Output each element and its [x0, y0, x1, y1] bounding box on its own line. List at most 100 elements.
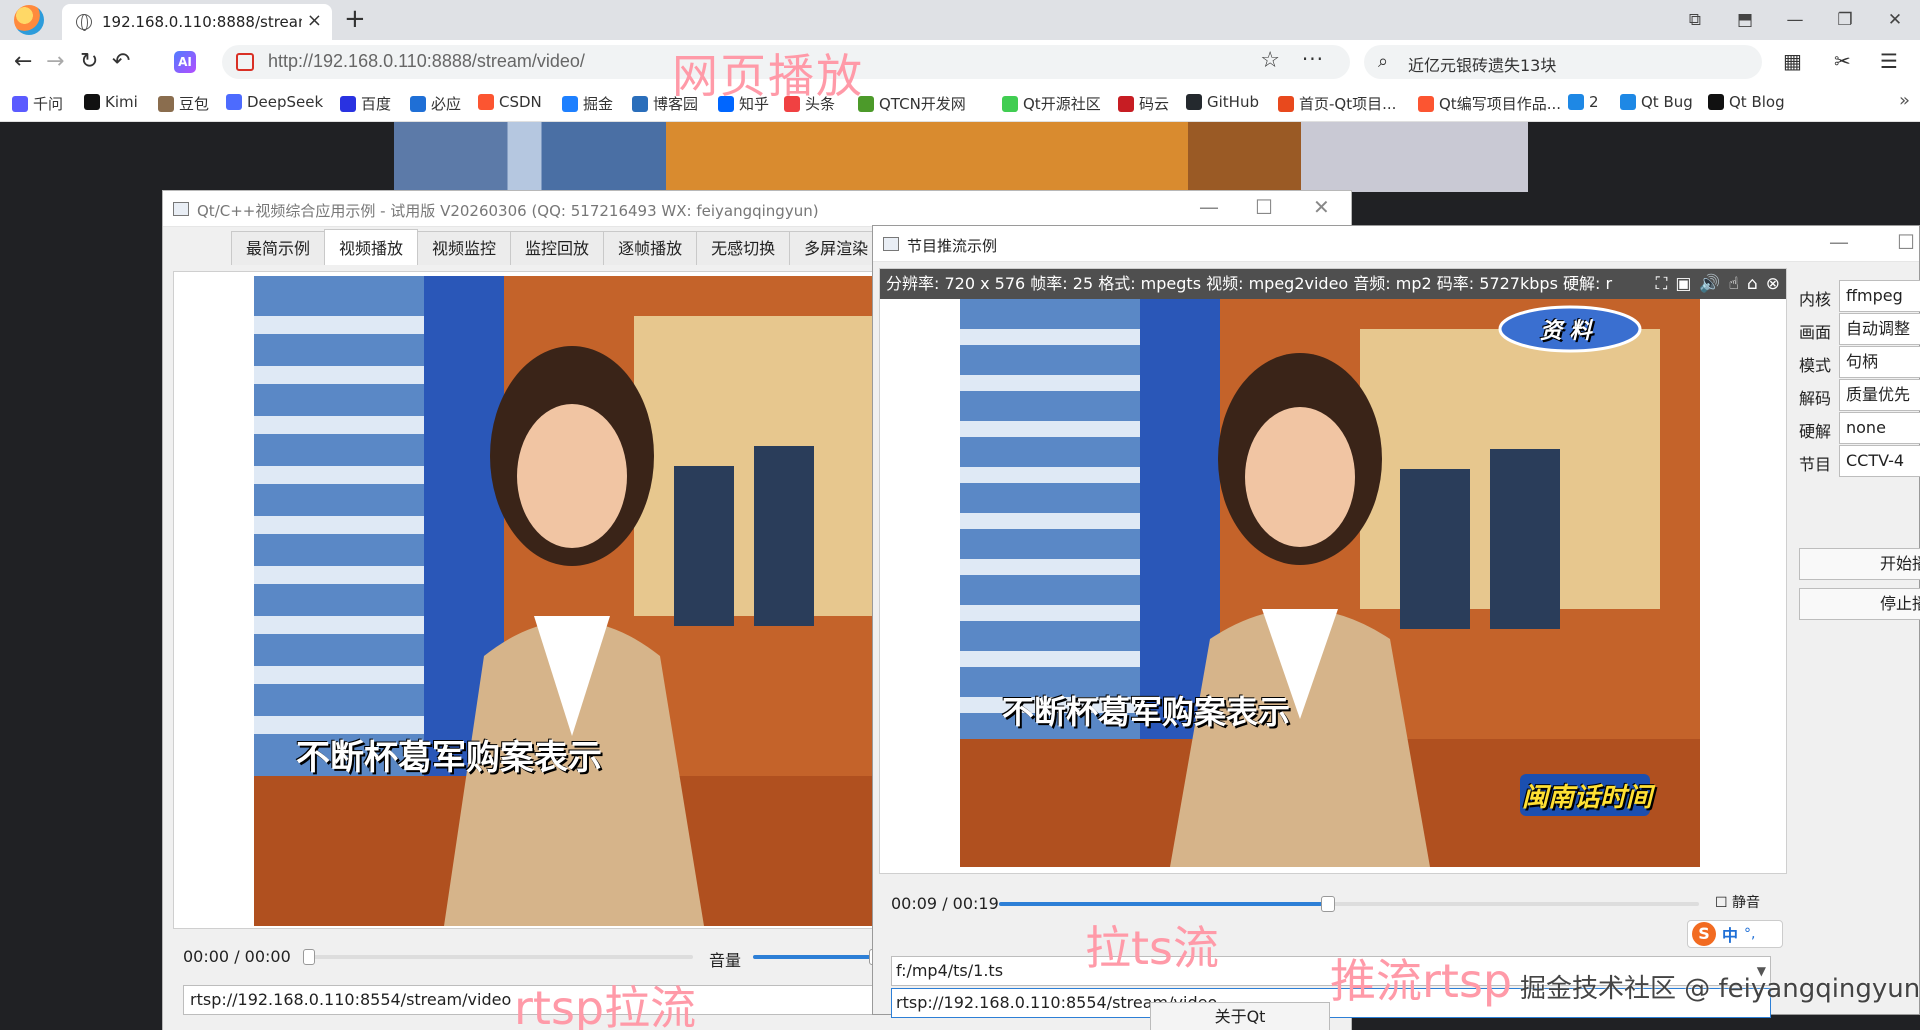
bookmark-item[interactable]: Qt开源社区	[1002, 93, 1101, 114]
tab-list-icon[interactable]: ⧉	[1670, 0, 1720, 40]
bookmark-star-icon[interactable]: ☆	[1260, 48, 1280, 73]
win2-progress-handle[interactable]	[1321, 896, 1335, 912]
tab-5[interactable]: 无感切换	[696, 231, 791, 265]
bookmark-favicon-icon	[1186, 94, 1202, 110]
fullscreen-icon[interactable]: ⛶	[1655, 269, 1667, 299]
menu-icon[interactable]: ☰	[1880, 49, 1898, 73]
win1-progress-slider[interactable]	[303, 949, 693, 965]
bookmark-favicon-icon	[1568, 94, 1584, 110]
minimize-button[interactable]: —	[1770, 0, 1820, 40]
bookmark-item[interactable]: CSDN	[478, 93, 542, 111]
search-box[interactable]: ⌕ 近亿元银砖遗失13块	[1364, 45, 1762, 79]
video-player-1[interactable]: 不断杯葛军购案表示	[254, 276, 894, 926]
setting-label: 内核	[1799, 290, 1832, 309]
undo-close-button[interactable]: ↶	[112, 49, 130, 74]
start-play-button[interactable]: 开始播放	[1799, 548, 1920, 580]
video-player-2[interactable]: 资 料 不断杯葛军购案表示 闽南话时间	[960, 299, 1700, 867]
win1-minimize-button[interactable]: —	[1199, 195, 1219, 219]
win1-close-button[interactable]: ✕	[1313, 195, 1330, 219]
ai-assistant-icon[interactable]: AI	[174, 51, 196, 73]
search-icon: ⌕	[1378, 51, 1389, 72]
sogou-ime-icon[interactable]: S	[1692, 922, 1716, 946]
setting-combo[interactable]: ffmpeg	[1839, 280, 1920, 312]
bookmark-item[interactable]: QTCN开发网	[858, 93, 966, 114]
app-window-icon	[173, 202, 189, 216]
close-window-button[interactable]: ✕	[1870, 0, 1920, 40]
browser-logo-icon[interactable]	[14, 5, 44, 35]
watermark: 掘金技术社区 @ feiyangqingyun	[1520, 974, 1920, 1004]
ime-lang-toggle[interactable]: 中	[1722, 922, 1738, 946]
tab-title: 192.168.0.110:8888/stream	[102, 13, 302, 31]
tab-3[interactable]: 监控回放	[510, 231, 605, 265]
skin-icon[interactable]: ⬒	[1720, 0, 1770, 40]
setting-label: 节目	[1799, 455, 1832, 474]
window-controls: ⧉ ⬒ — ❐ ✕	[1670, 0, 1920, 40]
screenshot-scissors-icon[interactable]: ✂	[1834, 49, 1851, 73]
win1-progress-handle[interactable]	[303, 949, 315, 965]
bookmark-item[interactable]: 掘金	[562, 93, 613, 114]
bookmark-item[interactable]: 码云	[1118, 93, 1169, 114]
win2-video-caption: 不断杯葛军购案表示	[1002, 693, 1291, 731]
insecure-shield-icon[interactable]	[236, 53, 254, 71]
bookmark-item[interactable]: 百度	[340, 93, 391, 114]
setting-label: 模式	[1799, 356, 1832, 375]
tab-close-icon[interactable]: ×	[307, 10, 322, 31]
about-qt-button[interactable]: 关于Qt	[1150, 1002, 1330, 1030]
bookmark-item[interactable]: 首页-Qt项目...	[1278, 93, 1396, 114]
win2-maximize-button[interactable]: ☐	[1897, 230, 1915, 254]
bookmark-item[interactable]: DeepSeek	[226, 93, 323, 111]
ime-toolbar[interactable]: S 中 °,	[1687, 920, 1783, 948]
snapshot-icon[interactable]: ▣	[1675, 269, 1691, 299]
stop-play-button[interactable]: 停止播放	[1799, 588, 1920, 620]
bookmark-favicon-icon	[12, 95, 28, 112]
bookmark-item[interactable]: Qt Bug	[1620, 93, 1693, 111]
bookmark-item[interactable]: 豆包	[158, 93, 209, 114]
volume-icon[interactable]: 🔊	[1699, 269, 1720, 299]
bookmark-item[interactable]: Qt编写项目作品...	[1418, 93, 1561, 114]
bookmark-item[interactable]: Kimi	[84, 93, 138, 111]
browser-toolbar: ← → ↻ ↶ AI http://192.168.0.110:8888/str…	[0, 40, 1920, 84]
forward-button[interactable]: →	[46, 49, 64, 74]
setting-combo[interactable]: 自动调整	[1839, 313, 1920, 345]
win1-maximize-button[interactable]: ☐	[1255, 195, 1273, 219]
win2-minimize-button[interactable]: —	[1829, 230, 1849, 254]
setting-combo[interactable]: CCTV-4	[1839, 445, 1920, 477]
win2-title: 节目推流示例	[907, 237, 998, 255]
reload-button[interactable]: ↻	[80, 49, 98, 74]
bookmark-favicon-icon	[84, 94, 100, 110]
bookmark-item[interactable]: GitHub	[1186, 93, 1259, 111]
new-tab-button[interactable]: +	[344, 4, 366, 34]
apps-grid-icon[interactable]: ▦	[1783, 49, 1802, 73]
search-suggestion[interactable]: 近亿元银砖遗失13块	[1408, 52, 1556, 76]
stream-info-text: 分辨率: 720 x 576 帧率: 25 格式: mpegts 视频: mpe…	[886, 274, 1613, 293]
tab-1[interactable]: 视频播放	[324, 229, 419, 265]
tab-0[interactable]: 最简示例	[231, 231, 326, 265]
home-icon[interactable]: ⌂	[1747, 269, 1758, 299]
browser-tab-active[interactable]: 192.168.0.110:8888/stream ×	[62, 4, 332, 40]
bookmark-item[interactable]: 2	[1568, 93, 1599, 111]
ime-punct-toggle[interactable]: °,	[1744, 926, 1755, 942]
tab-4[interactable]: 逐帧播放	[603, 231, 698, 265]
setting-combo[interactable]: 质量优先	[1839, 379, 1920, 411]
setting-combo[interactable]: none	[1839, 412, 1920, 444]
annotation-rtsp-pull: rtsp拉流	[514, 981, 697, 1030]
more-options-icon[interactable]: ···	[1302, 47, 1324, 71]
bookmark-label: 千问	[33, 95, 64, 113]
restore-button[interactable]: ❐	[1820, 0, 1870, 40]
win2-progress-slider[interactable]	[999, 896, 1699, 912]
volume-label: 音量	[709, 951, 742, 970]
bookmark-item[interactable]: 必应	[410, 93, 461, 114]
tab-6[interactable]: 多屏渲染	[789, 231, 884, 265]
address-url[interactable]: http://192.168.0.110:8888/stream/video/	[268, 51, 585, 72]
hand-icon[interactable]: ☝	[1729, 269, 1739, 299]
tab-2[interactable]: 视频监控	[417, 231, 512, 265]
bookmark-item[interactable]: Qt Blog	[1708, 93, 1785, 111]
source-file-value[interactable]: f:/mp4/ts/1.ts	[896, 961, 1003, 980]
close-circle-icon[interactable]: ⊗	[1766, 269, 1780, 299]
mute-checkbox[interactable]: ☐ 静音	[1715, 892, 1760, 912]
volume-slider[interactable]	[753, 949, 881, 965]
setting-combo[interactable]: 句柄	[1839, 346, 1920, 378]
back-button[interactable]: ←	[14, 49, 32, 74]
more-bookmarks-icon[interactable]: »	[1899, 90, 1910, 111]
bookmark-item[interactable]: 千问	[12, 93, 63, 114]
